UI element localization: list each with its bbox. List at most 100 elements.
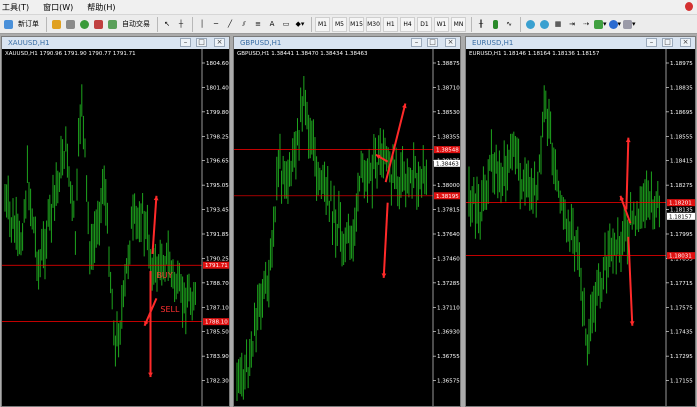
maximize-button[interactable]: □ — [196, 38, 207, 47]
candlestick-icon[interactable] — [489, 17, 501, 32]
minimize-button[interactable]: – — [180, 38, 191, 47]
maximize-button[interactable]: □ — [427, 38, 438, 47]
terminal-icon[interactable] — [92, 17, 104, 32]
price-axis-label: 1.18135 — [670, 208, 693, 214]
timeframe-m1[interactable]: M1 — [315, 16, 330, 32]
menu-tools[interactable]: 工具(T) — [2, 2, 29, 13]
new-order-button[interactable]: 新订单 — [16, 17, 41, 32]
timeframe-h1[interactable]: H1 — [383, 16, 398, 32]
arrow-line — [627, 236, 634, 326]
price-axis-label: 1788.70 — [206, 281, 229, 287]
line-chart-icon[interactable]: ∿ — [503, 17, 515, 32]
window-title: XAUUSD,H1 — [8, 39, 50, 47]
shapes-dropdown-icon[interactable]: ◆▾ — [294, 17, 306, 32]
terminal-app: 工具(T) 窗口(W) 帮助(H) 新订单 自动交易 ↖ ┼ │ ─ ╱ ⫽ ≡… — [0, 0, 697, 407]
price-axis-label: 1785.50 — [206, 330, 229, 336]
chart-window-gbpusd[interactable]: GBPUSD,H1 – □ × 1.38875 1.38710 1.38530 1.3… — [233, 36, 461, 407]
price-axis-label: 1.37110 — [437, 305, 460, 311]
crosshair-icon[interactable]: ┼ — [175, 17, 187, 32]
price-axis-label: 1.18695 — [670, 110, 693, 116]
chart-shift-icon[interactable]: ⇥ — [566, 17, 578, 32]
symbol-info: GBPUSD,H1 1.38441 1.38470 1.38434 1.3846… — [237, 51, 368, 57]
chart-window-xauusd[interactable]: XAUUSD,H1 – □ × 1804.60 1801.40 1799.80 179… — [1, 36, 230, 407]
bar-chart-icon[interactable]: ╫ — [475, 17, 487, 32]
window-titlebar[interactable]: EURUSD,H1 – □ × — [466, 37, 695, 49]
zoom-in-icon[interactable] — [524, 17, 536, 32]
price-axis-label: 1.17575 — [670, 305, 693, 311]
price-axis-label: 1.18975 — [670, 61, 693, 67]
horizontal-line-icon[interactable]: ─ — [210, 17, 222, 32]
arrow-line — [625, 137, 630, 210]
auto-trading-icon[interactable] — [106, 17, 118, 32]
close-button[interactable]: × — [445, 38, 456, 47]
auto-trading-button[interactable]: 自动交易 — [120, 17, 152, 32]
menu-bar: 工具(T) 窗口(W) 帮助(H) — [0, 0, 697, 14]
price-axis-label: 1.17295 — [670, 354, 693, 360]
minimize-button[interactable]: – — [646, 38, 657, 47]
arrow-head — [148, 372, 153, 378]
price-axis-label: 1783.90 — [206, 354, 229, 360]
toolbar-separator — [192, 16, 193, 32]
close-button[interactable]: × — [214, 38, 225, 47]
price-axis-label: 1.36755 — [437, 354, 460, 360]
cursor-icon[interactable]: ↖ — [161, 17, 173, 32]
new-order-icon[interactable] — [2, 17, 14, 32]
timeframe-h4[interactable]: H4 — [400, 16, 415, 32]
periods-dropdown-icon[interactable]: ▾ — [608, 17, 621, 32]
price-axis-label: 1799.80 — [206, 110, 229, 116]
arrow-head — [629, 321, 635, 326]
fibonacci-icon[interactable]: ≡ — [252, 17, 264, 32]
indicators-dropdown-icon[interactable]: ▾ — [594, 17, 607, 32]
toolbar-separator — [311, 16, 312, 32]
candle-series — [236, 76, 427, 401]
maximize-button[interactable]: □ — [662, 38, 673, 47]
autoscroll-icon[interactable]: ⇢ — [580, 17, 592, 32]
candle-series — [468, 85, 660, 366]
price-chart[interactable]: 1.388751.387101.385301.383551.381751.380… — [234, 49, 461, 407]
zoom-out-icon[interactable] — [538, 17, 550, 32]
label-tool-icon[interactable]: ▭ — [280, 17, 292, 32]
window-titlebar[interactable]: XAUUSD,H1 – □ × — [2, 37, 229, 49]
text-tool-icon[interactable]: A — [266, 17, 278, 32]
navigator-icon[interactable] — [78, 17, 90, 32]
symbol-info: EURUSD,H1 1.18146 1.18164 1.18136 1.1815… — [469, 51, 600, 57]
timeframe-d1[interactable]: D1 — [417, 16, 432, 32]
toolbar-separator — [46, 16, 47, 32]
menu-window[interactable]: 窗口(W) — [43, 2, 73, 13]
close-icon[interactable] — [685, 2, 693, 11]
chart-window-eurusd[interactable]: EURUSD,H1 – □ × 1.18975 1.18835 1.18695 1.1… — [465, 36, 696, 407]
channel-icon[interactable]: ⫽ — [238, 17, 250, 32]
price-axis-label: 1.38710 — [437, 85, 460, 91]
menu-help[interactable]: 帮助(H) — [87, 2, 115, 13]
timeframe-m30[interactable]: M30 — [366, 16, 381, 32]
price-axis-label: 1804.60 — [206, 61, 229, 67]
timeframe-m15[interactable]: M15 — [349, 16, 364, 32]
price-axis-label: 1787.10 — [206, 305, 229, 311]
price-tag-top: 1.38548 — [436, 148, 459, 154]
price-axis-label: 1.36575 — [437, 379, 460, 385]
minimize-button[interactable]: – — [411, 38, 422, 47]
vertical-line-icon[interactable]: │ — [196, 17, 208, 32]
price-axis-label: 1.17995 — [670, 232, 693, 238]
price-axis-label: 1.17155 — [670, 379, 693, 385]
timeframe-w1[interactable]: W1 — [434, 16, 449, 32]
price-axis-label: 1.18835 — [670, 85, 693, 91]
price-axis-label: 1790.25 — [206, 256, 229, 262]
price-chart[interactable]: 1804.60 1801.40 1799.80 1798.25 1796.65 1795.… — [2, 49, 230, 407]
arrow-head — [381, 273, 387, 278]
timeframe-m5[interactable]: M5 — [332, 16, 347, 32]
templates-dropdown-icon[interactable]: ▾ — [623, 17, 636, 32]
price-axis-label: 1.18275 — [670, 183, 693, 189]
tile-windows-icon[interactable]: ▦ — [552, 17, 564, 32]
timeframe-mn[interactable]: MN — [451, 16, 466, 32]
price-axis-label: 1801.40 — [206, 85, 229, 91]
close-button[interactable]: × — [680, 38, 691, 47]
window-titlebar[interactable]: GBPUSD,H1 – □ × — [234, 37, 460, 49]
price-axis-label: 1.17715 — [670, 281, 693, 287]
trendline-icon[interactable]: ╱ — [224, 17, 236, 32]
data-window-icon[interactable] — [64, 17, 76, 32]
market-watch-icon[interactable] — [50, 17, 62, 32]
window-title: EURUSD,H1 — [472, 39, 514, 47]
price-chart[interactable]: 1.18975 1.18835 1.18695 1.18555 1.18415 1.182… — [466, 49, 696, 407]
price-axis-label: 1.37460 — [437, 256, 460, 262]
